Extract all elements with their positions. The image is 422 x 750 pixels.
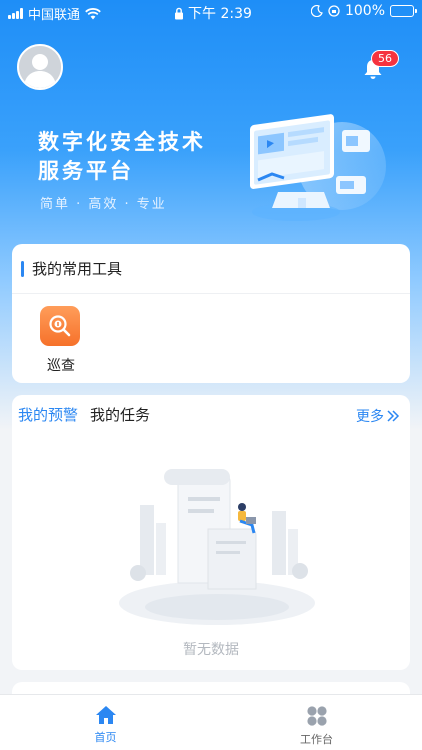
battery-percent: 100% [344,3,385,19]
wifi-icon [85,7,101,19]
tools-card-title: 我的常用工具 [32,260,123,278]
more-label: 更多 [356,409,384,425]
status-left: 中国联通 [8,4,101,23]
tools-card: 我的常用工具 巡查 [12,244,410,383]
tool-label: 巡查 [47,358,75,374]
grid-icon [306,706,327,726]
empty-state-text: 暂无数据 [183,642,239,658]
banner-computer-illustration [250,114,386,221]
double-chevron-right-icon [387,410,400,422]
signal-icon [8,8,23,19]
search-money-icon [40,306,80,346]
moon-icon [310,5,323,17]
status-right: 100% [310,3,417,19]
user-icon [19,46,61,88]
notification-badge: 56 [371,50,399,67]
tabbar-label-home: 首页 [94,731,117,744]
tabbar-item-workbench[interactable]: 工作台 [211,695,422,750]
banner-title-line2: 服务平台 [38,159,134,183]
tab-my-alerts[interactable]: 我的预警 [18,404,78,431]
clock: 下午 2:39 [188,6,252,22]
banner-title-line1: 数字化安全技术 [38,130,206,154]
tabbar-item-home[interactable]: 首页 [0,695,211,750]
carrier-name: 中国联通 [28,8,81,23]
status-center: 下午 2:39 [174,3,252,23]
tab-my-tasks[interactable]: 我的任务 [90,404,150,431]
tasks-card: 我的预警 我的任务 更多 暂无数据 [12,395,410,670]
tool-item-patrol[interactable]: 巡查 [40,306,82,375]
lock-icon [175,7,183,19]
banner-title: 数字化安全技术 服务平台 [38,128,228,186]
title-accent-bar [21,260,24,277]
status-bar: 中国联通 下午 2:39 100% [0,0,422,24]
empty-state-illustration [119,469,315,625]
more-link[interactable]: 更多 [356,406,400,426]
tabbar-label-workbench: 工作台 [300,733,333,746]
orientation-lock-icon [328,5,340,17]
tools-card-header: 我的常用工具 [12,244,410,294]
avatar[interactable] [17,44,63,90]
home-icon [95,706,116,724]
tasks-tabs: 我的预警 我的任务 [18,404,150,431]
battery-icon [390,5,417,17]
bottom-tab-bar: 首页 工作台 [0,694,422,750]
banner-subtitle: 简单 · 高效 · 专业 [40,197,167,212]
